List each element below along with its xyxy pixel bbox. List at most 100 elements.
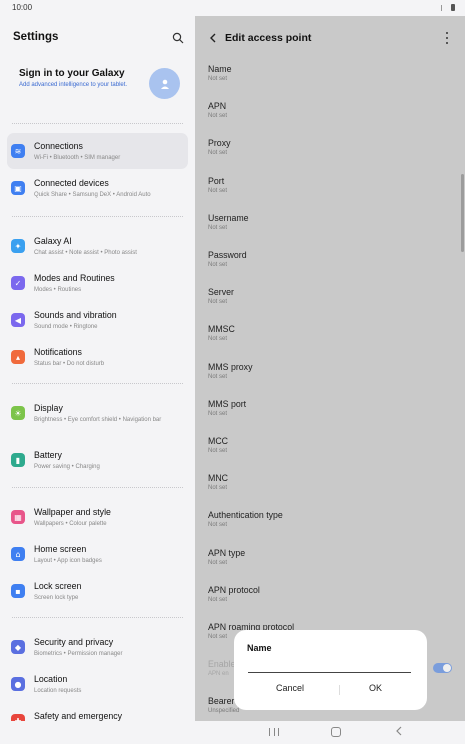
apn-field-authentication-type[interactable]: Authentication type Not set [208,510,448,540]
lock-icon: ▪ [11,584,25,598]
settings-item-subtitle: Chat assist • Note assist • Photo assist [34,250,137,256]
home-icon: ⌂ [11,547,25,561]
sun-icon: ☀ [11,406,25,420]
field-value: Not set [208,448,228,454]
settings-item-subtitle: Wi-Fi • Bluetooth • SIM manager [34,155,121,161]
apn-field-apn-protocol[interactable]: APN protocol Not set [208,585,448,615]
enable-apn-toggle[interactable] [433,663,452,673]
nav-back-icon[interactable] [394,726,404,736]
settings-item-notifications[interactable]: ▴ Notifications Status bar • Do not distur… [7,339,188,375]
apn-field-mmsc[interactable]: MMSC Not set [208,324,448,354]
settings-title: Settings [13,31,59,43]
speaker-icon: ◀ [11,313,25,327]
avatar[interactable] [149,68,180,99]
field-value: Not set [208,559,228,566]
field-value: Not set [208,373,228,380]
name-input[interactable] [248,660,411,673]
field-label: APN protocol [208,584,260,595]
apn-field-proxy[interactable]: Proxy Not set [208,138,448,168]
search-icon[interactable] [172,32,184,44]
apn-field-mnc[interactable]: MNC Not set [208,473,448,503]
settings-item-label: Home screen [34,544,87,554]
recent-apps-icon[interactable] [269,728,279,736]
settings-item-label: Location [34,674,68,684]
settings-item-display[interactable]: ☀ Display Brightness • Eye comfort shield … [7,395,188,431]
field-label: Proxy [208,138,231,149]
settings-item-galaxy-ai[interactable]: ✦ Galaxy AI Chat assist • Note assist • Ph… [7,228,188,264]
settings-item-subtitle: Quick Share • Samsung DeX • Android Auto [34,192,151,198]
status-time: 10:00 [12,3,33,12]
sparkle-icon: ✦ [11,239,25,253]
access-point-panel: Edit access point Name Not set APN Not set P… [195,16,465,721]
scrollbar[interactable] [461,174,464,252]
person-icon [160,79,169,89]
wallpaper-icon: ▦ [11,510,25,524]
settings-item-lock-screen[interactable]: ▪ Lock screen Screen lock type [7,573,188,609]
apn-field-name[interactable]: Name Not set [208,64,448,94]
field-value: Not set [208,485,228,492]
settings-item-battery[interactable]: ▮ Battery Power saving • Charging [7,442,188,478]
home-button-icon[interactable] [331,727,341,737]
field-value: Not set [208,150,228,157]
settings-item-safety-and-emergency[interactable]: ✚ Safety and emergency [7,703,188,721]
settings-item-sounds-and-vibration[interactable]: ◀ Sounds and vibration Sound mode • Ringto… [7,302,188,338]
apn-field-port[interactable]: Port Not set [208,176,448,206]
devices-icon: ▣ [11,181,25,195]
ok-button[interactable]: OK [369,683,382,693]
field-value: Not set [208,262,228,268]
settings-item-subtitle: Biometrics • Permission manager [34,651,123,657]
name-dialog: Name Cancel OK [234,630,427,710]
settings-item-subtitle: Power saving • Charging [34,464,100,470]
apn-field-password[interactable]: Password Not set [208,250,448,280]
app-bar: Edit access point [195,31,465,47]
system-icons [441,4,455,11]
bell-icon: ▴ [11,350,25,364]
field-value: Not set [208,410,228,417]
more-options-icon[interactable] [443,32,451,44]
field-label: MCC [208,436,229,446]
field-label: Username [208,212,249,223]
settings-item-subtitle: Sound mode • Ringtone [34,324,98,330]
settings-item-wallpaper-and-style[interactable]: ▦ Wallpaper and style Wallpapers • Colour … [7,499,188,535]
settings-item-label: Lock screen [34,581,82,591]
field-value: Not set [208,224,228,231]
settings-item-label: Modes and Routines [34,273,115,283]
settings-item-label: Wallpaper and style [34,507,111,517]
settings-item-location[interactable]: ● Location Location requests [7,666,188,702]
shield-icon: ◆ [11,640,25,654]
settings-item-home-screen[interactable]: ⌂ Home screen Layout • App icon badges [7,536,188,572]
field-label: MMS proxy [208,361,253,372]
settings-item-security-and-privacy[interactable]: ◆ Security and privacy Biometrics • Permis… [7,629,188,665]
apn-field-mcc[interactable]: MCC Not set [208,436,448,466]
check-circle-icon: ✓ [11,276,25,290]
field-value: Not set [208,522,228,529]
dialog-title: Name [247,643,272,653]
cancel-button[interactable]: Cancel [276,683,304,693]
back-arrow-icon[interactable] [207,32,219,44]
field-label: Server [208,287,234,298]
galaxy-account-card[interactable]: Sign in to your Galaxy Add advanced inte… [19,68,184,118]
field-label: Port [208,175,225,186]
page-title: Edit access point [225,32,312,44]
settings-item-modes-and-routines[interactable]: ✓ Modes and Routines Modes • Routines [7,265,188,301]
settings-item-subtitle: Layout • App icon badges [34,558,102,564]
location-icon: ● [11,677,25,691]
settings-item-connections[interactable]: ≋ Connections Wi-Fi • Bluetooth • SIM mana… [7,133,188,169]
apn-field-mms-port[interactable]: MMS port Not set [208,399,448,429]
apn-field-username[interactable]: Username Not set [208,213,448,243]
field-label: MNC [208,473,229,484]
apn-field-apn-type[interactable]: APN type Not set [208,548,448,578]
divider [12,123,183,124]
apn-field-server[interactable]: Server Not set [208,287,448,317]
divider [12,487,183,488]
apn-field-mms-proxy[interactable]: MMS proxy Not set [208,362,448,392]
settings-panel: Settings Sign in to your Galaxy Add adva… [0,16,195,721]
apn-field-apn[interactable]: APN Not set [208,101,448,131]
settings-item-connected-devices[interactable]: ▣ Connected devices Quick Share • Samsung … [7,170,188,206]
field-label: MMSC [208,324,235,335]
field-label: APN [208,101,227,112]
field-value: Not set [208,113,228,120]
button-divider [339,685,340,695]
signal-icon [441,4,448,11]
emergency-icon: ✚ [11,714,25,721]
